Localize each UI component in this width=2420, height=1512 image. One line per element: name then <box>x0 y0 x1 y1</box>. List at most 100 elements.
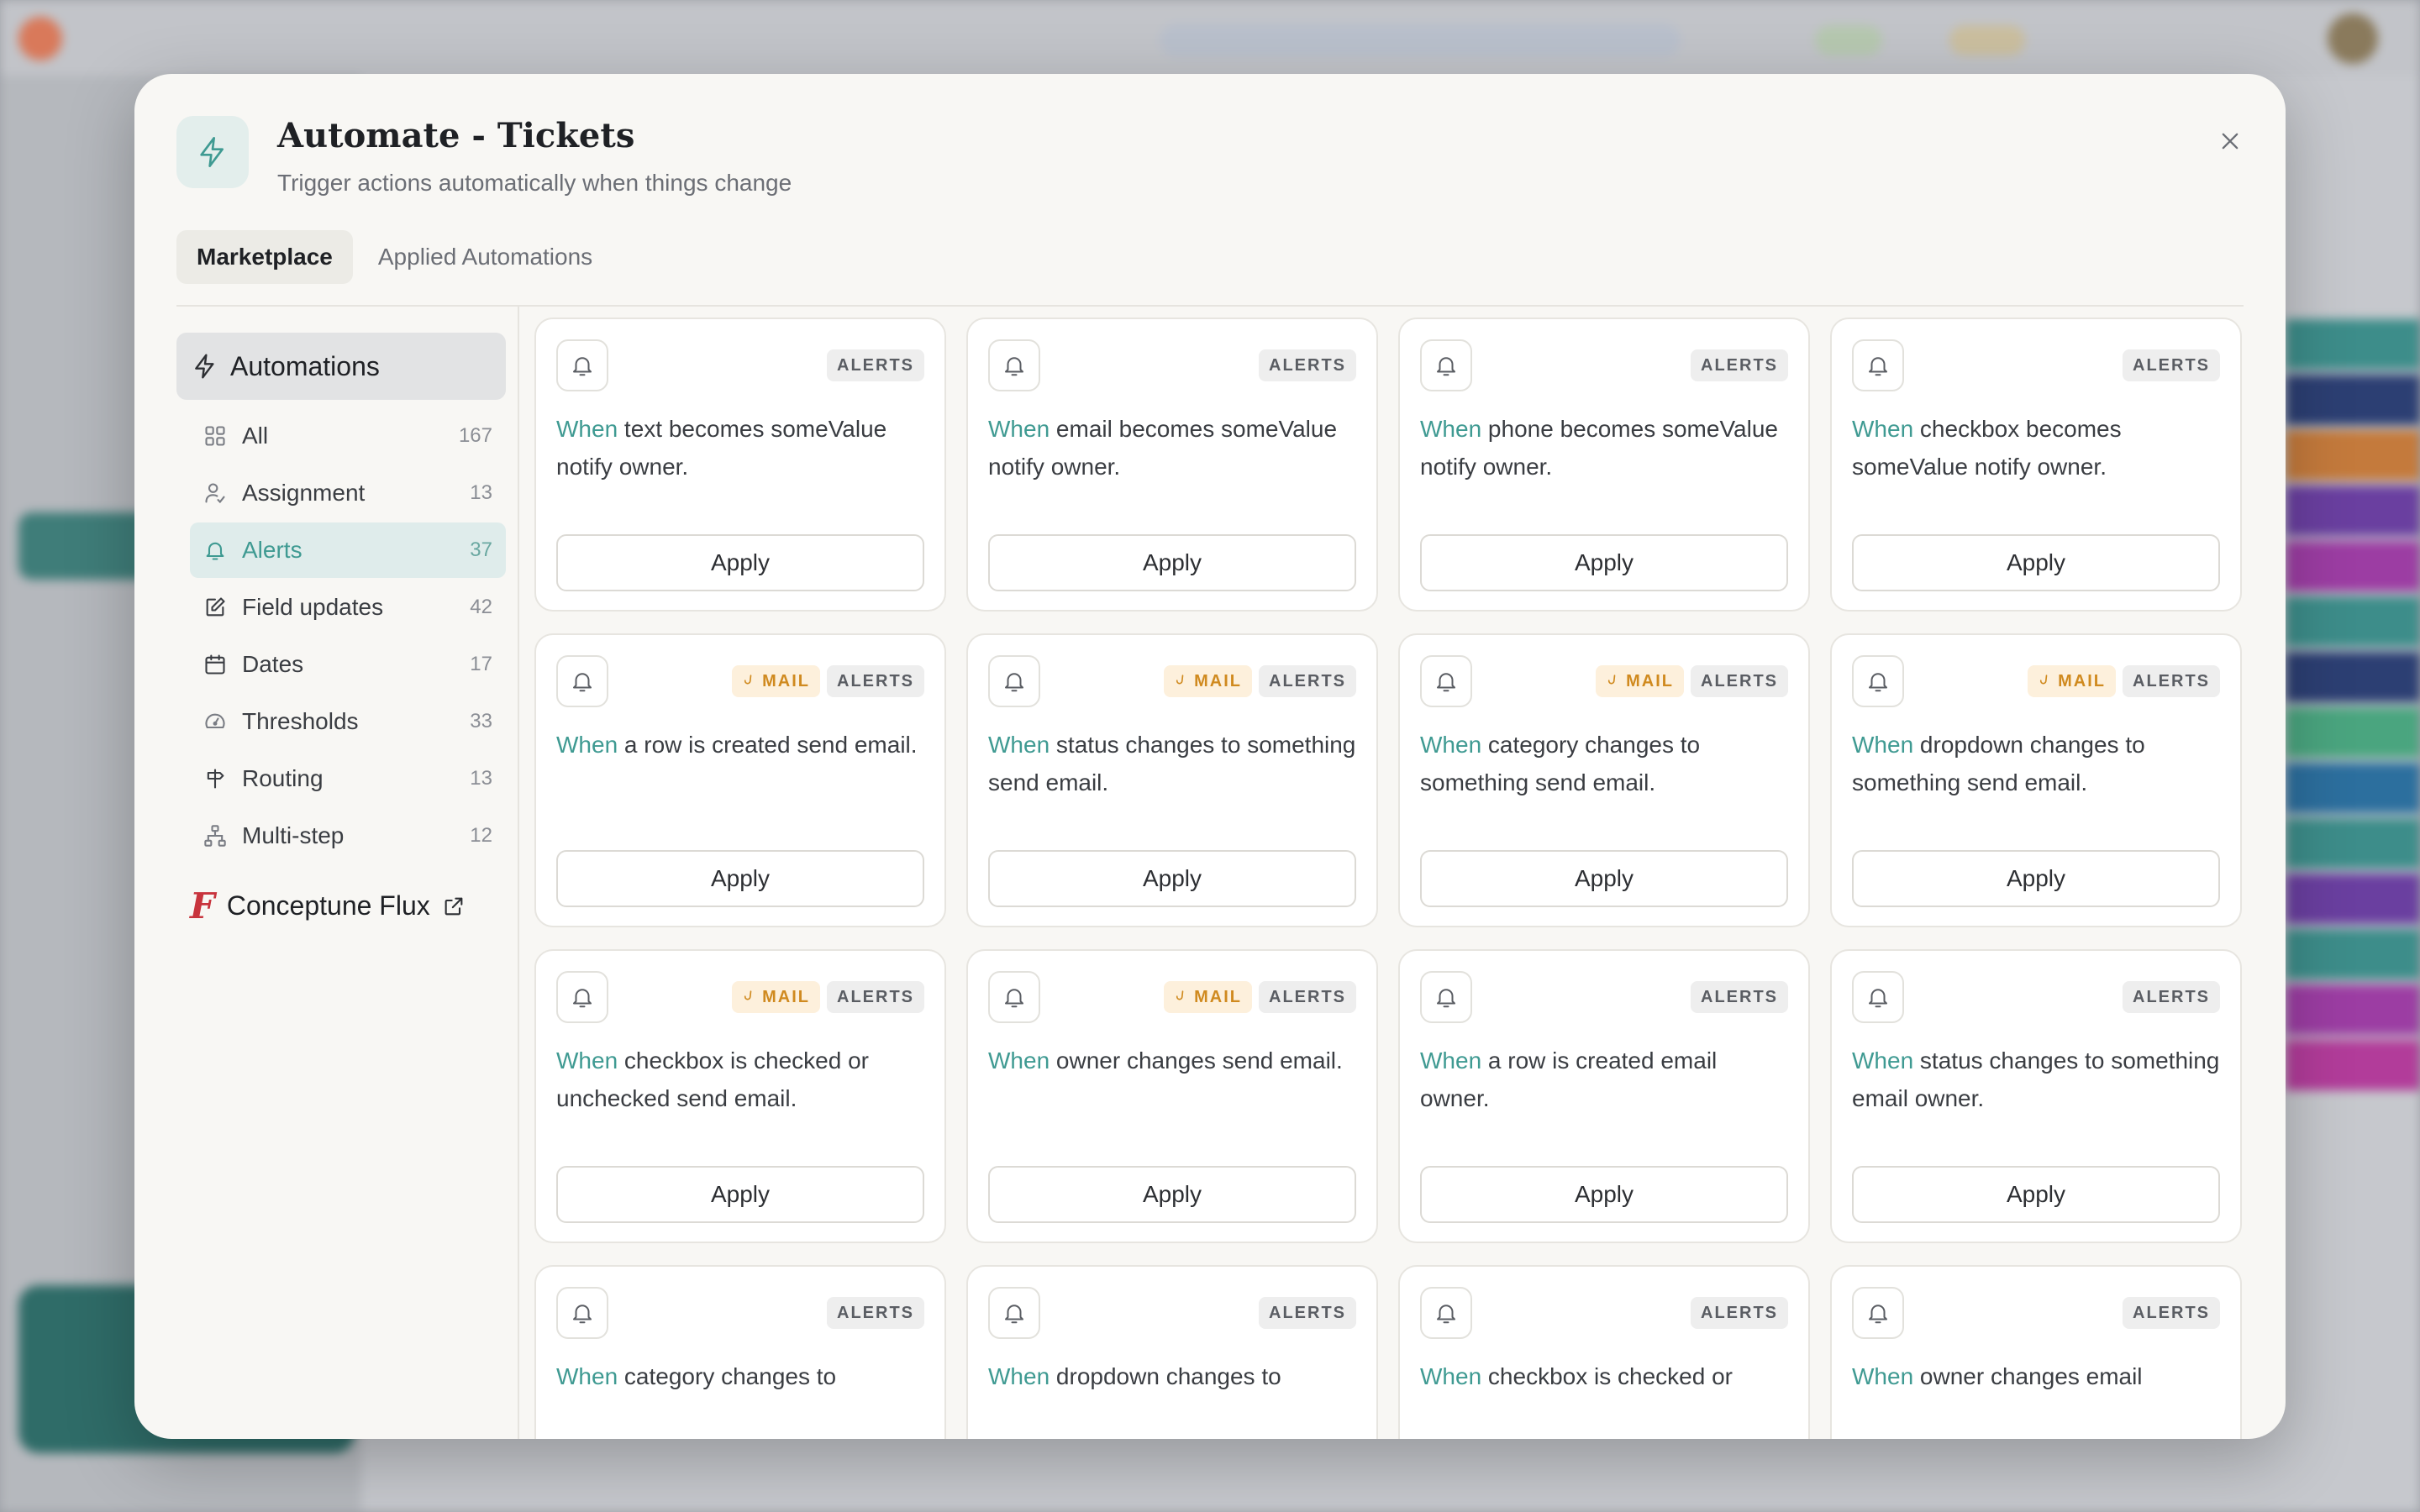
calendar-icon <box>205 654 225 675</box>
card-tags: MAIL ALERTS <box>1596 665 1788 697</box>
apply-button[interactable]: Apply <box>988 850 1356 907</box>
apply-button[interactable]: Apply <box>1852 534 2220 591</box>
edit-icon <box>206 597 225 617</box>
modal-subtitle: Trigger actions automatically when thing… <box>277 170 792 196</box>
bell-icon <box>556 1287 608 1339</box>
bell-icon <box>1852 971 1904 1023</box>
sidebar-item-routing[interactable]: Routing 13 <box>190 751 506 806</box>
apply-button[interactable]: Apply <box>1852 850 2220 907</box>
background-logo <box>18 17 62 60</box>
automation-description: When checkbox becomes someValue notify o… <box>1852 410 2222 486</box>
when-keyword: When <box>1420 416 1482 442</box>
apply-button[interactable]: Apply <box>988 1166 1356 1223</box>
mail-tag: MAIL <box>732 981 820 1013</box>
signpost-icon <box>207 769 224 789</box>
apply-button[interactable]: Apply <box>1420 1166 1788 1223</box>
sidebar-item-assignment[interactable]: Assignment 13 <box>190 465 506 521</box>
gauge-icon <box>205 713 225 729</box>
when-keyword: When <box>1420 732 1482 758</box>
bell-icon <box>1420 655 1472 707</box>
sidebar-item-all[interactable]: All 167 <box>190 408 506 464</box>
alerts-tag: ALERTS <box>1691 981 1788 1013</box>
alerts-tag: ALERTS <box>2123 981 2220 1013</box>
alerts-tag: ALERTS <box>1691 665 1788 697</box>
background-search <box>1160 24 1681 57</box>
category-sidebar: Automations All 167 Assignment 13 Alerts… <box>176 333 506 927</box>
external-link-icon <box>445 897 463 915</box>
automation-description: When a row is created send email. <box>556 726 926 764</box>
alerts-tag: ALERTS <box>827 665 924 697</box>
when-keyword: When <box>1420 1047 1482 1074</box>
sidebar-header[interactable]: Automations <box>176 333 506 400</box>
alerts-tag: ALERTS <box>1691 349 1788 381</box>
apply-button[interactable]: Apply <box>556 850 924 907</box>
mail-tag: MAIL <box>1596 665 1684 697</box>
automation-card: ALERTS When checkbox becomes someValue n… <box>1830 318 2242 612</box>
sidebar-item-field-updates[interactable]: Field updates 42 <box>190 580 506 635</box>
sidebar-item-count: 13 <box>470 767 492 790</box>
sidebar-item-label: Dates <box>242 651 304 677</box>
sidebar-item-thresholds[interactable]: Thresholds 33 <box>190 694 506 749</box>
automation-rule-text: category changes to <box>618 1363 837 1389</box>
alerts-tag: ALERTS <box>2123 1297 2220 1329</box>
sidebar-item-multi-step[interactable]: Multi-step 12 <box>190 808 506 864</box>
close-button[interactable] <box>2210 121 2250 161</box>
automation-card: MAIL ALERTS When dropdown changes to som… <box>1830 633 2242 927</box>
sidebar-item-count: 42 <box>470 596 492 618</box>
mail-tag-label: MAIL <box>762 987 810 1006</box>
lightning-icon <box>176 116 249 188</box>
modal-title: Automate - Tickets <box>277 116 635 155</box>
apply-button[interactable]: Apply <box>1420 534 1788 591</box>
alerts-tag: ALERTS <box>827 349 924 381</box>
apply-button[interactable]: Apply <box>556 1166 924 1223</box>
when-keyword: When <box>556 416 618 442</box>
sidebar-item-dates[interactable]: Dates 17 <box>190 637 506 692</box>
bell-icon <box>1852 655 1904 707</box>
apply-button[interactable]: Apply <box>988 534 1356 591</box>
automation-description: When email becomes someValue notify owne… <box>988 410 1358 486</box>
user-check-icon <box>205 483 225 504</box>
hook-icon <box>744 675 752 685</box>
alerts-tag: ALERTS <box>2123 349 2220 381</box>
automate-modal: Automate - Tickets Trigger actions autom… <box>134 74 2286 1439</box>
card-tags: ALERTS <box>1691 981 1788 1013</box>
bell-icon <box>988 339 1040 391</box>
grid-icon <box>205 426 225 446</box>
apply-button[interactable]: Apply <box>556 534 924 591</box>
mail-tag-label: MAIL <box>1194 987 1242 1006</box>
automation-card: MAIL ALERTS When owner changes send emai… <box>966 949 1378 1243</box>
bell-icon <box>1420 971 1472 1023</box>
automation-description: When status changes to something send em… <box>988 726 1358 801</box>
bell-icon <box>1852 339 1904 391</box>
card-tags: ALERTS <box>1691 1297 1788 1329</box>
sidebar-item-count: 167 <box>458 424 492 447</box>
automation-card: ALERTS When dropdown changes to Apply <box>966 1265 1378 1439</box>
alerts-tag: ALERTS <box>1259 665 1356 697</box>
apply-button[interactable]: Apply <box>1420 850 1788 907</box>
bell-icon <box>988 655 1040 707</box>
automation-cards-scroll[interactable]: ALERTS When text becomes someValue notif… <box>534 318 2260 1439</box>
automation-card: ALERTS When category changes to Apply <box>534 1265 946 1439</box>
tab-applied-automations[interactable]: Applied Automations <box>358 230 613 284</box>
sidebar-item-alerts[interactable]: Alerts 37 <box>190 522 506 578</box>
automation-card: ALERTS When text becomes someValue notif… <box>534 318 946 612</box>
card-tags: MAIL ALERTS <box>732 665 924 697</box>
automation-cards-grid: ALERTS When text becomes someValue notif… <box>534 318 2242 1439</box>
card-tags: MAIL ALERTS <box>1164 981 1356 1013</box>
conceptune-flux-link[interactable]: F Conceptune Flux <box>190 885 506 927</box>
card-tags: ALERTS <box>1259 1297 1356 1329</box>
apply-button[interactable]: Apply <box>1852 1166 2220 1223</box>
sidebar-item-label: Thresholds <box>242 708 359 734</box>
automation-description: When dropdown changes to <box>988 1357 1358 1395</box>
network-icon <box>204 825 226 847</box>
sidebar-item-label: Alerts <box>242 537 302 563</box>
tab-marketplace[interactable]: Marketplace <box>176 230 353 284</box>
close-icon <box>2222 133 2238 150</box>
when-keyword: When <box>556 732 618 758</box>
card-tags: MAIL ALERTS <box>2028 665 2220 697</box>
card-tags: ALERTS <box>2123 1297 2220 1329</box>
hook-icon <box>1608 675 1616 685</box>
when-keyword: When <box>988 1047 1050 1074</box>
when-keyword: When <box>556 1363 618 1389</box>
alerts-tag: ALERTS <box>2123 665 2220 697</box>
